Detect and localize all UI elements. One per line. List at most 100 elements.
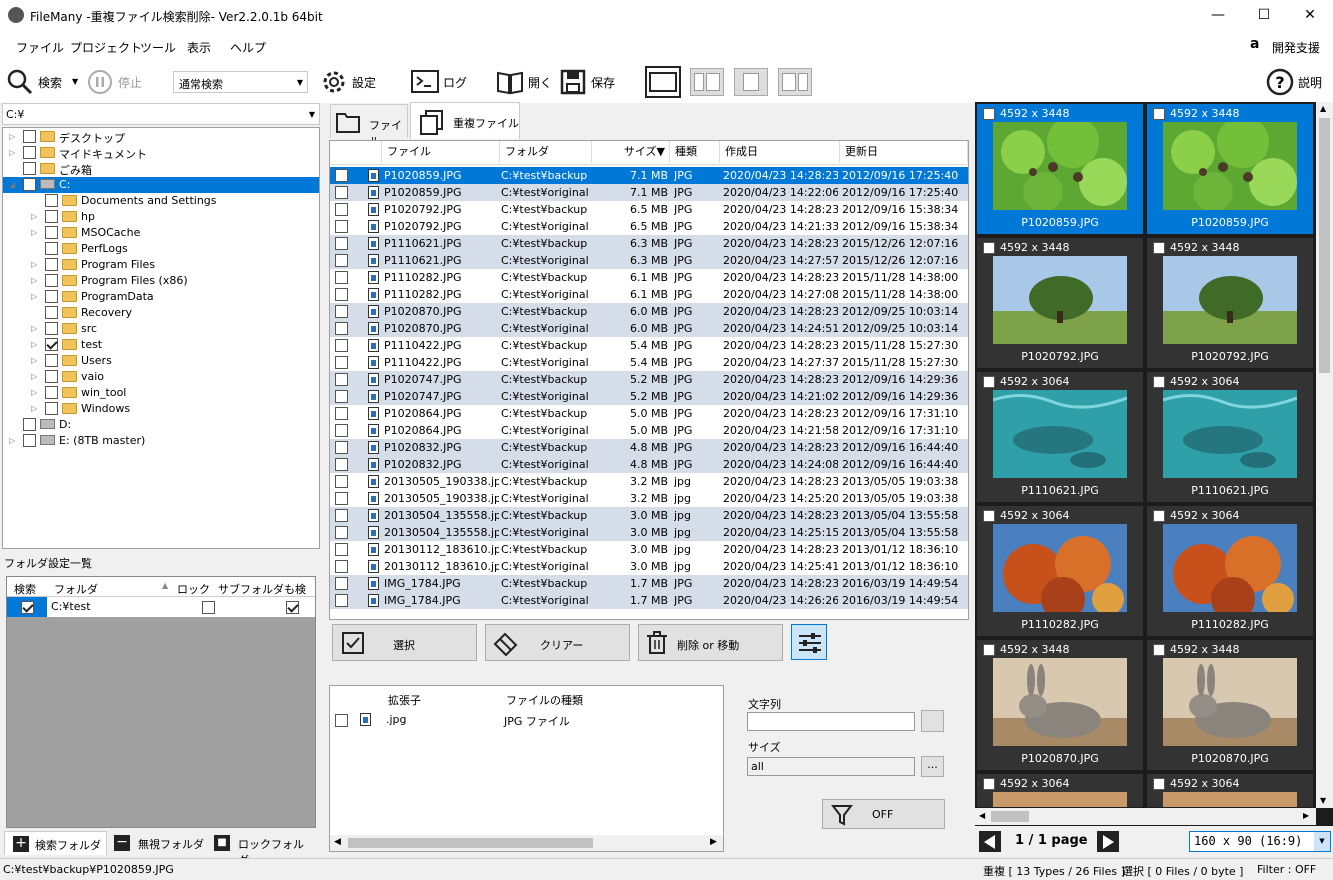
scroll-right-icon[interactable]: ▶ (710, 837, 717, 847)
thumbnail-checkbox[interactable] (983, 108, 995, 120)
tree-node[interactable]: ▷ src (3, 321, 319, 337)
scroll-left-icon[interactable]: ◀ (334, 837, 341, 847)
expand-icon[interactable]: ▷ (31, 228, 41, 237)
expand-icon[interactable]: ▷ (31, 260, 41, 269)
tree-node[interactable]: ▷ hp (3, 209, 319, 225)
expand-icon[interactable]: ▷ (9, 148, 19, 157)
tree-checkbox[interactable] (45, 386, 58, 399)
tab-files[interactable]: ファイル (330, 104, 408, 148)
h-scrollbar[interactable]: ◀ ▶ (330, 835, 723, 851)
v-scroll-thumb[interactable] (1319, 118, 1330, 373)
thumb-size-select[interactable]: 160 x 90 (16:9) ▼ (1189, 831, 1331, 852)
table-row[interactable]: 20130505_190338.jpg C:¥test¥original 3.2 M… (330, 490, 968, 507)
tree-checkbox[interactable] (45, 338, 58, 351)
row-checkbox[interactable] (335, 271, 348, 284)
tree-node[interactable]: ▷ マイドキュメント (3, 145, 319, 161)
tree-checkbox[interactable] (45, 258, 58, 271)
row-checkbox[interactable] (335, 441, 348, 454)
tree-node[interactable]: Documents and Settings (3, 193, 319, 209)
scroll-right-icon[interactable]: ▶ (1303, 811, 1309, 820)
table-row[interactable]: P1110621.JPG C:¥test¥original 6.3 MB JPG 202… (330, 252, 968, 269)
tree-checkbox[interactable] (45, 226, 58, 239)
table-row[interactable]: P1110282.JPG C:¥test¥backup 6.1 MB JPG 2020/… (330, 269, 968, 286)
clear-button[interactable]: クリアー (485, 624, 630, 661)
tree-node[interactable]: ▷ Users (3, 353, 319, 369)
settings-button[interactable]: 設定 (352, 74, 376, 91)
table-row[interactable]: 20130112_183610.jpg C:¥test¥original 3.0 M… (330, 558, 968, 575)
size-filter-input[interactable]: all (747, 757, 915, 776)
drive-select[interactable]: C:¥ ▼ (2, 103, 320, 125)
thumbnail-checkbox[interactable] (1153, 108, 1165, 120)
scroll-left-icon[interactable]: ◀ (979, 811, 985, 820)
search-checkbox[interactable] (21, 600, 34, 614)
col-size[interactable]: サイズ▼ (592, 141, 670, 163)
col-folder[interactable]: フォルダ (500, 141, 592, 163)
thumbnail[interactable]: 4592 x 3064 P1110282.JPG (977, 506, 1143, 636)
table-row[interactable]: IMG_1784.JPG C:¥test¥original 1.7 MB JPG 202… (330, 592, 968, 609)
duplicate-file-table[interactable]: ファイル フォルダ サイズ▼ 種類 作成日 更新日 P1020859.JPG C:… (329, 140, 969, 620)
thumbnail-checkbox[interactable] (983, 510, 995, 522)
table-row[interactable]: P1110422.JPG C:¥test¥backup 5.4 MB JPG 2020/… (330, 337, 968, 354)
tree-checkbox[interactable] (23, 162, 36, 175)
thumb-h-scrollbar[interactable]: ◀ ▶ (975, 808, 1316, 825)
tree-node[interactable]: D: (3, 417, 319, 433)
row-checkbox[interactable] (335, 475, 348, 488)
table-row[interactable]: P1020859.JPG C:¥test¥original 7.1 MB JPG 202… (330, 184, 968, 201)
row-checkbox[interactable] (335, 509, 348, 522)
thumbnail[interactable]: 4592 x 3448 P1020870.JPG (1147, 640, 1313, 770)
tree-checkbox[interactable] (45, 242, 58, 255)
thumbnail-checkbox[interactable] (983, 242, 995, 254)
table-row[interactable]: P1110621.JPG C:¥test¥backup 6.3 MB JPG 2020/… (330, 235, 968, 252)
tree-checkbox[interactable] (45, 354, 58, 367)
expand-icon[interactable]: ▷ (31, 292, 41, 301)
stop-button[interactable]: 停止 (118, 74, 142, 91)
col-modified[interactable]: 更新日 (840, 141, 968, 163)
expand-icon[interactable]: ▷ (31, 276, 41, 285)
minimize-button[interactable]: — (1195, 0, 1241, 31)
open-button[interactable]: 開く (528, 74, 552, 91)
search-mode-select[interactable]: 通常検索 ▼ (173, 71, 308, 93)
row-checkbox[interactable] (335, 407, 348, 420)
thumbnail[interactable]: 4592 x 3448 P1020792.JPG (1147, 238, 1313, 368)
select-button[interactable]: 選択 (332, 624, 477, 661)
menu-file[interactable]: ファイル (16, 39, 64, 56)
row-checkbox[interactable] (335, 254, 348, 267)
row-checkbox[interactable] (335, 305, 348, 318)
thumbnail-checkbox[interactable] (1153, 778, 1165, 790)
tree-node[interactable]: ▷ test (3, 337, 319, 353)
layout-left-icon[interactable] (690, 68, 724, 96)
row-checkbox[interactable] (335, 288, 348, 301)
table-row[interactable]: 20130505_190338.jpg C:¥test¥backup 3.2 MB j… (330, 473, 968, 490)
tree-node[interactable]: ごみ箱 (3, 161, 319, 177)
expand-icon[interactable]: ◢ (9, 180, 19, 189)
tree-checkbox[interactable] (45, 274, 58, 287)
expand-icon[interactable]: ▷ (9, 132, 19, 141)
terminal-icon[interactable] (411, 69, 439, 95)
tab-search-folders[interactable]: + 検索フォルダ (4, 831, 107, 855)
tree-checkbox[interactable] (23, 130, 36, 143)
row-checkbox[interactable] (335, 594, 348, 607)
expand-icon[interactable]: ▷ (31, 324, 41, 333)
expand-icon[interactable]: ▷ (31, 404, 41, 413)
row-checkbox[interactable] (335, 526, 348, 539)
layout-center-icon[interactable] (734, 68, 768, 96)
floppy-icon[interactable] (560, 69, 586, 95)
row-checkbox[interactable] (335, 424, 348, 437)
tree-checkbox[interactable] (45, 322, 58, 335)
save-button[interactable]: 保存 (591, 74, 615, 91)
lock-checkbox[interactable] (201, 600, 215, 614)
row-checkbox[interactable] (335, 220, 348, 233)
row-checkbox[interactable] (335, 577, 348, 590)
table-row[interactable]: P1020747.JPG C:¥test¥backup 5.2 MB JPG 2020/… (330, 371, 968, 388)
table-row[interactable]: P1020832.JPG C:¥test¥backup 4.8 MB JPG 2020/… (330, 439, 968, 456)
table-row[interactable]: 20130504_135558.jpg C:¥test¥backup 3.0 MB j… (330, 507, 968, 524)
search-button[interactable]: 検索 (38, 74, 62, 91)
tree-node[interactable]: ▷ win_tool (3, 385, 319, 401)
scroll-up-icon[interactable]: ▲ (1320, 104, 1326, 113)
tree-node[interactable]: ◢ C: (3, 177, 319, 193)
expand-icon[interactable]: ▷ (31, 212, 41, 221)
tree-node[interactable]: ▷ E: (8TB master) (3, 433, 319, 449)
thumbnail[interactable]: 4592 x 3064 P1110621.JPG (977, 372, 1143, 502)
row-checkbox[interactable] (335, 237, 348, 250)
thumbnail[interactable]: 4592 x 3064 (1147, 774, 1313, 807)
